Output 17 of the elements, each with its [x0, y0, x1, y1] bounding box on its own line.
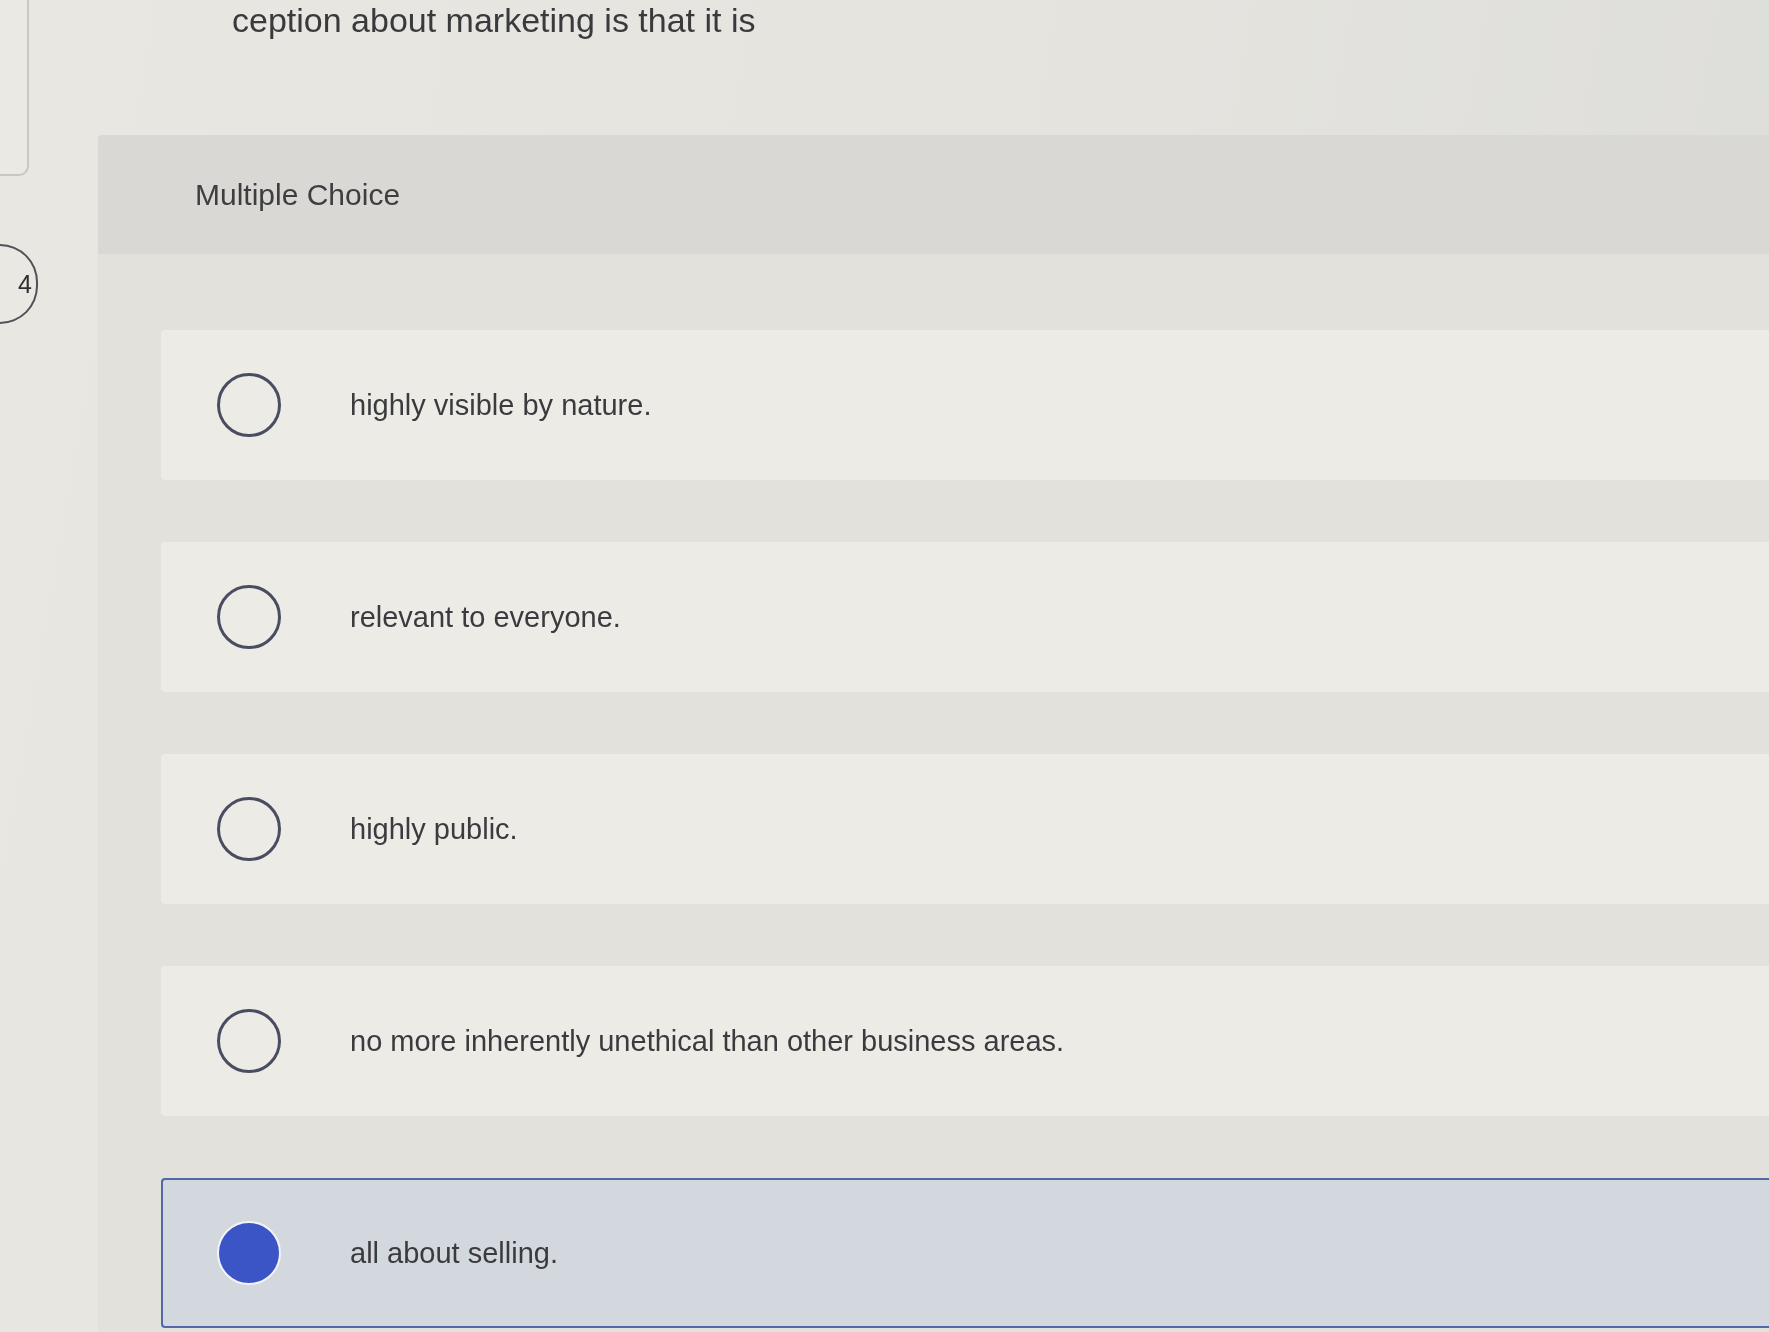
answer-option[interactable]: highly public. [161, 754, 1769, 904]
section-title: Multiple Choice [195, 177, 401, 212]
option-text: highly public. [350, 812, 518, 846]
option-text: no more inherently unethical than other business areas. [350, 1024, 1065, 1058]
question-number: 4 [0, 244, 38, 324]
answer-option[interactable]: relevant to everyone. [161, 542, 1769, 692]
question-text: ception about marketing is that it is [232, 0, 757, 41]
option-text: all about selling. [350, 1236, 558, 1270]
option-text: relevant to everyone. [350, 600, 621, 634]
radio-button[interactable] [217, 797, 281, 861]
radio-button[interactable] [217, 585, 281, 649]
answer-option[interactable]: no more inherently unethical than other business areas. [161, 966, 1769, 1116]
radio-button[interactable] [217, 373, 281, 437]
answer-option[interactable]: highly visible by nature. [161, 330, 1769, 480]
option-text: highly visible by nature. [350, 388, 652, 422]
answer-option[interactable]: all about selling. [161, 1178, 1769, 1328]
radio-button[interactable] [217, 1009, 281, 1073]
